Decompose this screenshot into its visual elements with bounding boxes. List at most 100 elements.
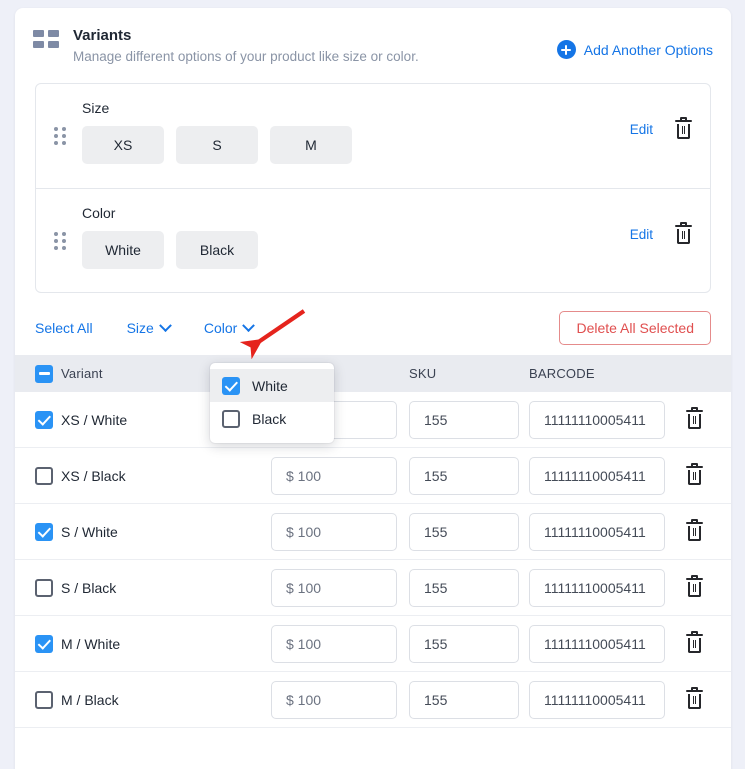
select-all-link[interactable]: Select All	[35, 320, 93, 336]
sku-cell	[409, 400, 529, 439]
price-cell	[271, 512, 409, 551]
select-all-checkbox-cell	[35, 364, 61, 383]
trash-icon[interactable]	[686, 407, 703, 429]
color-option-white-label: White	[252, 377, 288, 394]
chevron-down-icon	[158, 318, 172, 332]
color-option-white[interactable]: White	[210, 369, 334, 402]
barcode-input[interactable]	[529, 568, 665, 607]
sku-input[interactable]	[409, 624, 519, 663]
option-value-chip[interactable]: White	[82, 231, 164, 269]
row-checkbox-cell	[35, 522, 61, 541]
size-filter-dropdown[interactable]: Size	[126, 318, 172, 336]
option-value-chip[interactable]: XS	[82, 126, 164, 164]
sku-cell	[409, 680, 529, 719]
trash-icon[interactable]	[686, 463, 703, 485]
barcode-input[interactable]	[529, 624, 665, 663]
sku-cell	[409, 624, 529, 663]
header-text-block: Variants Manage different options of you…	[73, 26, 419, 67]
row-checkbox-cell	[35, 690, 61, 709]
filter-bar: Select All Size Color Delete All Selecte…	[35, 311, 711, 345]
option-actions: Edit	[630, 117, 692, 139]
size-filter-label: Size	[126, 320, 154, 336]
select-all-checkbox[interactable]	[35, 364, 53, 383]
sku-input[interactable]	[409, 512, 519, 551]
barcode-cell	[529, 680, 679, 719]
color-filter-menu: White Black	[210, 363, 334, 443]
variant-name: XS / Black	[61, 467, 126, 484]
sku-input[interactable]	[409, 680, 519, 719]
page-title: Variants	[73, 27, 132, 44]
row-checkbox[interactable]	[35, 578, 53, 597]
row-checkbox[interactable]	[35, 466, 53, 485]
color-option-white-checkbox[interactable]	[222, 376, 240, 395]
column-header-barcode: BARCODE	[529, 366, 595, 381]
delete-all-selected-button[interactable]: Delete All Selected	[559, 311, 711, 345]
sku-input[interactable]	[409, 400, 519, 439]
price-input[interactable]	[271, 456, 397, 495]
variants-card: Variants Manage different options of you…	[15, 8, 731, 769]
option-row-color: Color White Black Edit	[36, 188, 710, 292]
color-option-black[interactable]: Black	[210, 402, 334, 435]
table-row: XS / White	[15, 392, 731, 448]
edit-option-link[interactable]: Edit	[630, 227, 653, 242]
variant-name: S / White	[61, 523, 118, 540]
row-checkbox[interactable]	[35, 410, 53, 429]
color-filter-dropdown[interactable]: Color	[204, 318, 256, 336]
trash-icon[interactable]	[686, 575, 703, 597]
option-row-size: Size XS S M Edit	[36, 84, 710, 188]
page-subtitle: Manage different options of your product…	[73, 49, 419, 64]
trash-icon[interactable]	[675, 222, 692, 244]
barcode-cell	[529, 568, 679, 607]
barcode-cell	[529, 512, 679, 551]
price-input[interactable]	[271, 512, 397, 551]
color-option-black-checkbox[interactable]	[222, 409, 240, 428]
row-checkbox[interactable]	[35, 522, 53, 541]
sku-input[interactable]	[409, 456, 519, 495]
drag-handle-icon[interactable]	[54, 231, 66, 250]
sku-cell	[409, 512, 529, 551]
variant-name: S / Black	[61, 579, 117, 596]
option-value-chip[interactable]: M	[270, 126, 352, 164]
edit-option-link[interactable]: Edit	[630, 122, 653, 137]
row-checkbox[interactable]	[35, 634, 53, 653]
option-name: Size	[82, 100, 110, 116]
price-cell	[271, 568, 409, 607]
table-row: S / White	[15, 504, 731, 560]
trash-icon[interactable]	[686, 519, 703, 541]
barcode-input[interactable]	[529, 680, 665, 719]
barcode-input[interactable]	[529, 512, 665, 551]
color-option-black-label: Black	[252, 410, 287, 427]
row-checkbox-cell	[35, 578, 61, 597]
row-actions	[679, 463, 713, 485]
page-root: Variants Manage different options of you…	[0, 0, 745, 769]
sku-cell	[409, 456, 529, 495]
table-row: M / White	[15, 616, 731, 672]
sku-input[interactable]	[409, 568, 519, 607]
price-input[interactable]	[271, 680, 397, 719]
trash-icon[interactable]	[686, 631, 703, 653]
price-cell	[271, 456, 409, 495]
row-checkbox[interactable]	[35, 690, 53, 709]
barcode-input[interactable]	[529, 400, 665, 439]
table-row: XS / Black	[15, 448, 731, 504]
add-another-options-label: Add Another Options	[583, 41, 713, 58]
trash-icon[interactable]	[686, 687, 703, 709]
plus-circle-icon	[556, 40, 576, 59]
barcode-cell	[529, 624, 679, 663]
select-all-label: Select All	[35, 320, 93, 336]
option-value-chip[interactable]: S	[176, 126, 258, 164]
price-cell	[271, 680, 409, 719]
option-value-chip[interactable]: Black	[176, 231, 258, 269]
barcode-input[interactable]	[529, 456, 665, 495]
variant-name: M / White	[61, 635, 121, 652]
price-input[interactable]	[271, 568, 397, 607]
trash-icon[interactable]	[675, 117, 692, 139]
option-actions: Edit	[630, 222, 692, 244]
add-another-options-button[interactable]: Add Another Options	[556, 40, 713, 59]
option-values: White Black	[82, 231, 692, 269]
drag-handle-icon[interactable]	[54, 127, 66, 145]
variant-name: M / Black	[61, 691, 119, 708]
price-cell	[271, 624, 409, 663]
row-actions	[679, 687, 713, 709]
price-input[interactable]	[271, 624, 397, 663]
